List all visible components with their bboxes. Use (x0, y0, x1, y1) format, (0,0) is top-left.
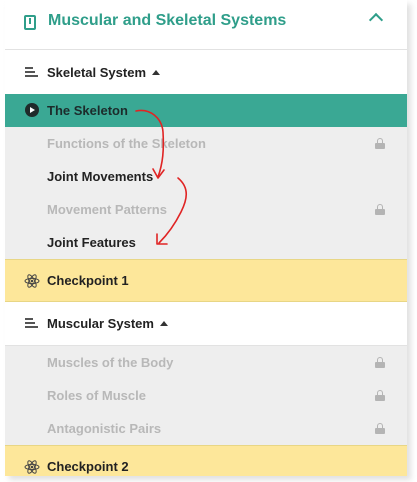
lock-icon (375, 423, 385, 434)
lesson-label: Muscles of the Body (47, 355, 174, 370)
lesson-label: Movement Patterns (47, 202, 167, 217)
lock-icon (375, 138, 385, 149)
caret-up-icon (159, 321, 168, 326)
lesson-label: Joint Features (47, 235, 136, 250)
section-header-muscular[interactable]: Muscular System (5, 302, 407, 346)
atom-icon (24, 460, 40, 474)
section-label: Muscular System (47, 316, 154, 331)
lock-icon (375, 357, 385, 368)
lesson-label: Joint Movements (47, 169, 154, 184)
course-panel: Muscular and Skeletal Systems Skeletal S… (5, 0, 407, 476)
list-icon (25, 318, 38, 330)
book-icon (24, 15, 36, 30)
checkpoint-label: Checkpoint 1 (47, 273, 129, 288)
lesson-label: Roles of Muscle (47, 388, 146, 403)
atom-icon (24, 274, 40, 288)
lesson-item[interactable]: Joint Features (5, 226, 407, 259)
lesson-item-active[interactable]: The Skeleton (5, 94, 407, 127)
caret-up-icon (152, 70, 161, 75)
lesson-item[interactable]: Joint Movements (5, 160, 407, 193)
lesson-item[interactable]: Antagonistic Pairs (5, 412, 407, 445)
lesson-label: The Skeleton (47, 103, 128, 118)
checkpoint-item[interactable]: Checkpoint 2 (5, 445, 407, 476)
page: Muscular and Skeletal Systems Skeletal S… (0, 0, 417, 482)
lesson-item[interactable]: Muscles of the Body (5, 346, 407, 379)
lesson-item[interactable]: Functions of the Skeleton (5, 127, 407, 160)
list-icon (25, 67, 38, 79)
chevron-up-icon[interactable] (368, 12, 384, 28)
lock-icon (375, 390, 385, 401)
lesson-label: Functions of the Skeleton (47, 136, 206, 151)
lesson-label: Antagonistic Pairs (47, 421, 162, 436)
checkpoint-label: Checkpoint 2 (47, 459, 129, 474)
lesson-item[interactable]: Movement Patterns (5, 193, 407, 226)
section-header-skeletal[interactable]: Skeletal System (5, 51, 407, 95)
checkpoint-item[interactable]: Checkpoint 1 (5, 259, 407, 302)
section-label: Skeletal System (47, 65, 147, 80)
play-icon (25, 103, 39, 117)
lesson-item[interactable]: Roles of Muscle (5, 379, 407, 412)
course-header[interactable]: Muscular and Skeletal Systems (5, 0, 407, 50)
lock-icon (375, 204, 385, 215)
course-title: Muscular and Skeletal Systems (48, 12, 287, 29)
